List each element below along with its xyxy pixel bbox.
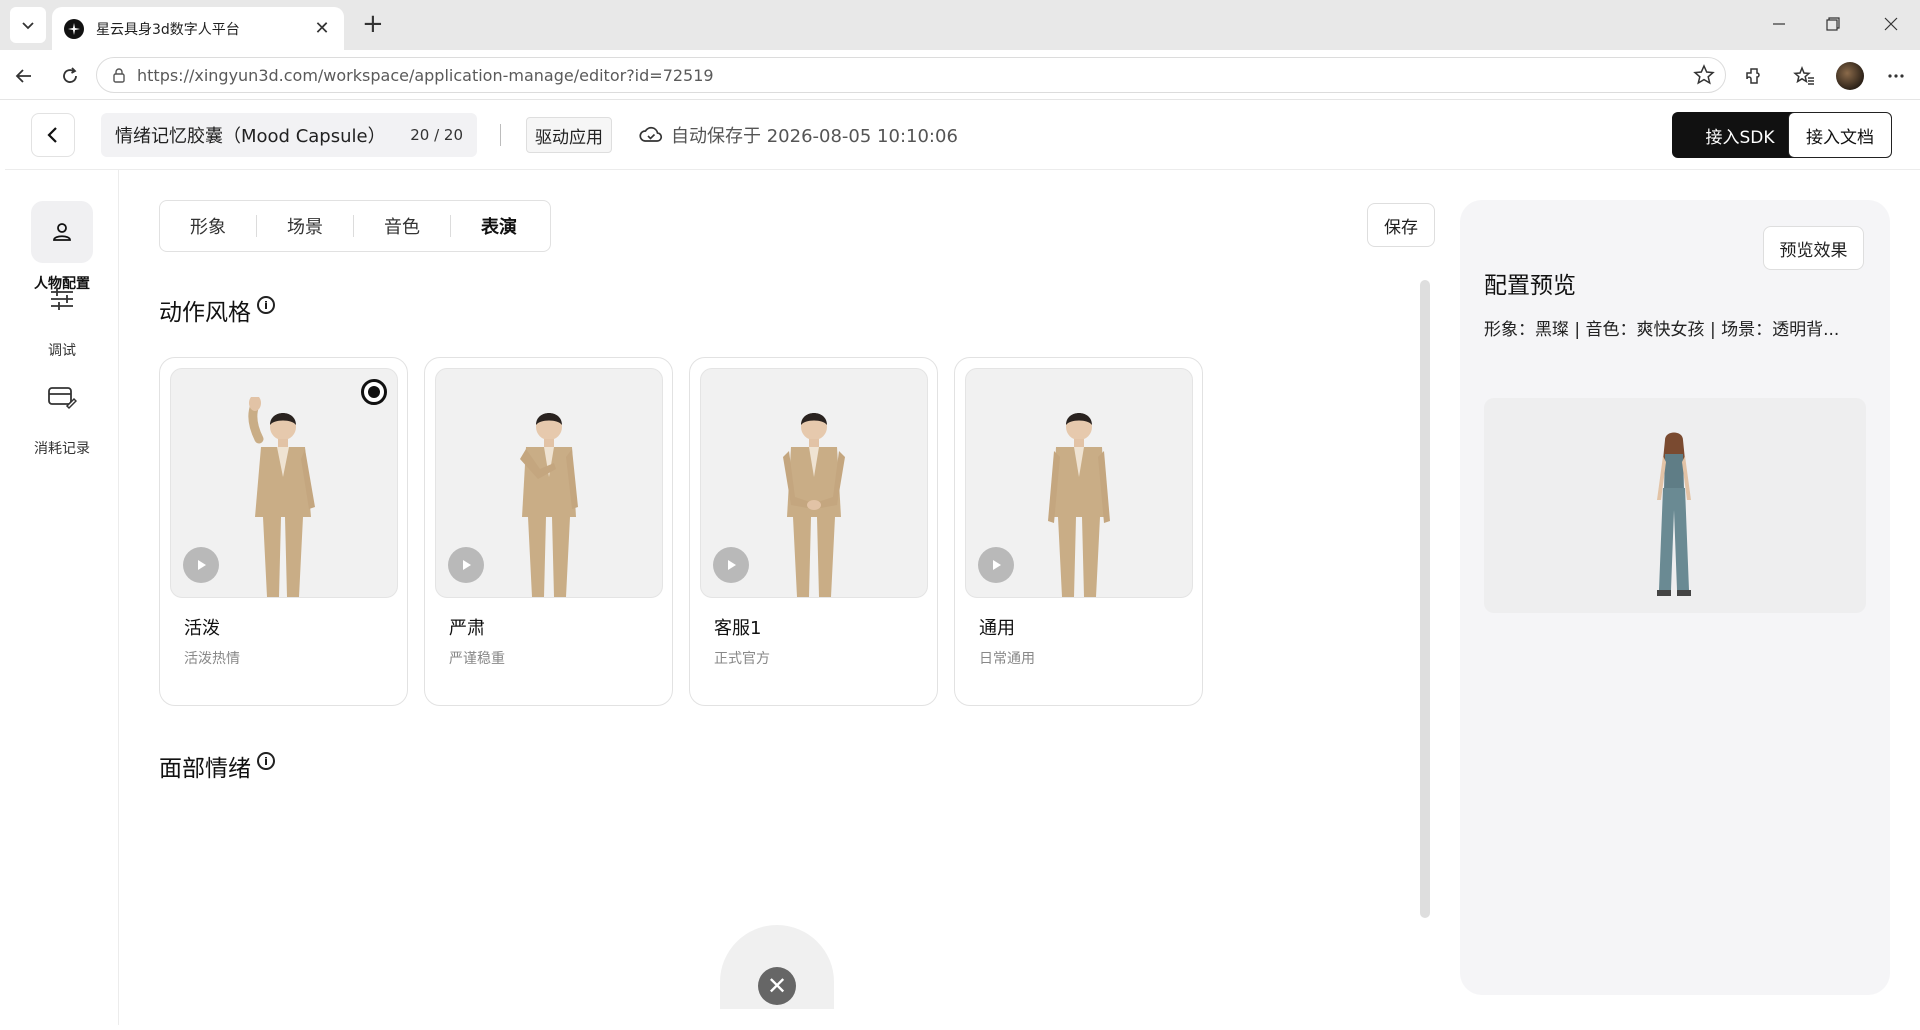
restore-icon[interactable] xyxy=(1818,12,1848,36)
motion-card-name: 活泼 xyxy=(184,618,220,639)
motion-card[interactable]: 严肃 严谨稳重 xyxy=(424,357,673,706)
extensions-icon[interactable] xyxy=(1740,62,1768,90)
rail-label: 消耗记录 xyxy=(34,441,90,457)
favorites-icon[interactable] xyxy=(1790,62,1818,90)
app-header: 情绪记忆胶囊（Mood Capsule） 20 / 20 驱动应用 自动保存于 … xyxy=(5,100,1920,170)
integrate-docs-button[interactable]: 接入文档 xyxy=(1788,112,1892,158)
header-divider xyxy=(500,124,501,146)
rail-label: 调试 xyxy=(48,343,76,359)
preview-summary: 形象：黑璨 | 音色：爽快女孩 | 场景：透明背... xyxy=(1484,320,1840,340)
avatar-figure-hand-chest xyxy=(520,413,578,597)
rail-item-usage-records[interactable]: 消耗记录 xyxy=(5,366,119,458)
reload-icon[interactable] xyxy=(56,62,84,90)
motion-thumbnail xyxy=(700,368,928,598)
rail-icon-wrap xyxy=(31,366,93,428)
motion-card-desc: 日常通用 xyxy=(979,651,1035,667)
tab-title: 星云具身3d数字人平台 xyxy=(96,21,240,38)
config-tabs: 形象 场景 音色 表演 xyxy=(159,200,551,252)
motion-thumbnail xyxy=(965,368,1193,598)
motion-thumbnail xyxy=(435,368,663,598)
url-text: https://xingyun3d.com/workspace/applicat… xyxy=(137,65,714,85)
browser-tab[interactable]: 星云具身3d数字人平台 ✕ xyxy=(52,7,344,50)
back-button[interactable] xyxy=(31,113,75,157)
motion-thumbnail xyxy=(170,368,398,598)
back-arrow-icon[interactable] xyxy=(10,62,38,90)
radio-dot xyxy=(368,386,380,398)
bookmark-star-icon[interactable] xyxy=(1693,64,1715,86)
close-window-icon[interactable] xyxy=(1876,12,1906,36)
rail-icon-wrap xyxy=(31,268,93,330)
motion-card[interactable]: 客服1 正式官方 xyxy=(689,357,938,706)
site-favicon-icon xyxy=(64,18,84,39)
app-name: 情绪记忆胶囊（Mood Capsule） xyxy=(115,126,386,147)
chevron-left-icon xyxy=(47,127,57,143)
motion-card[interactable]: 通用 日常通用 xyxy=(954,357,1203,706)
motion-card-desc: 活泼热情 xyxy=(184,651,240,667)
play-button[interactable] xyxy=(978,547,1014,583)
tab-voice[interactable]: 音色 xyxy=(354,213,450,239)
selected-radio[interactable] xyxy=(361,379,387,405)
lock-icon xyxy=(113,68,125,83)
preview-avatar-figure xyxy=(1657,432,1691,596)
name-char-count: 20 / 20 xyxy=(410,126,463,144)
cloud-sync-icon xyxy=(639,126,663,142)
save-button[interactable]: 保存 xyxy=(1367,203,1435,247)
motion-style-heading: 动作风格 i xyxy=(159,293,275,327)
new-tab-icon[interactable]: + xyxy=(362,11,384,37)
tab-performance[interactable]: 表演 xyxy=(451,213,547,239)
person-icon xyxy=(53,223,71,241)
play-icon xyxy=(993,560,1001,570)
preview-title: 配置预览 xyxy=(1484,273,1576,299)
motion-card-name: 严肃 xyxy=(449,618,485,639)
left-nav-rail: 人物配置 调试 消耗记录 xyxy=(5,170,119,1025)
play-button[interactable] xyxy=(448,547,484,583)
info-icon[interactable]: i xyxy=(257,296,275,314)
rail-item-debug[interactable]: 调试 xyxy=(5,268,119,360)
play-icon xyxy=(728,560,736,570)
motion-card-desc: 正式官方 xyxy=(714,651,770,667)
play-button[interactable] xyxy=(183,547,219,583)
avatar-figure-wave xyxy=(248,397,315,597)
facial-emotion-heading: 面部情绪 i xyxy=(159,749,275,783)
info-icon[interactable]: i xyxy=(257,752,275,770)
motion-card-desc: 严谨稳重 xyxy=(449,651,505,667)
avatar-figure-hands-front xyxy=(783,413,845,597)
sliders-icon xyxy=(51,288,73,310)
play-button[interactable] xyxy=(713,547,749,583)
play-icon xyxy=(463,560,471,570)
chevron-down-icon xyxy=(22,22,34,30)
preview-effect-button[interactable]: 预览效果 xyxy=(1763,226,1864,270)
drive-app-tag: 驱动应用 xyxy=(526,117,612,153)
card-edit-icon xyxy=(48,387,77,410)
preview-stage xyxy=(1484,398,1866,613)
motion-card-name: 通用 xyxy=(979,618,1015,639)
motion-style-title: 动作风格 xyxy=(159,300,251,326)
autosave-text: 自动保存于 2026-08-05 10:10:06 xyxy=(671,126,958,147)
tab-scene[interactable]: 场景 xyxy=(257,213,353,239)
motion-card-list: 活泼 活泼热情 严肃 严谨稳重 客服1 正式官方 通用 日常通用 xyxy=(159,357,1203,706)
rail-icon-wrap xyxy=(31,201,93,263)
profile-avatar[interactable] xyxy=(1836,62,1864,90)
play-icon xyxy=(198,560,206,570)
browser-tab-bar: 星云具身3d数字人平台 ✕ + xyxy=(0,0,1920,50)
tab-list-button[interactable] xyxy=(10,7,46,43)
url-field[interactable]: https://xingyun3d.com/workspace/applicat… xyxy=(96,57,1726,93)
content-scrollbar[interactable] xyxy=(1420,280,1430,918)
motion-card[interactable]: 活泼 活泼热情 xyxy=(159,357,408,706)
more-menu-icon[interactable] xyxy=(1882,62,1910,90)
address-bar-row: https://xingyun3d.com/workspace/applicat… xyxy=(0,50,1920,100)
tab-close-icon[interactable]: ✕ xyxy=(312,18,332,39)
tab-appearance[interactable]: 形象 xyxy=(160,213,256,239)
minimize-icon[interactable] xyxy=(1764,12,1794,36)
close-circle-icon[interactable]: ✕ xyxy=(758,967,796,1005)
facial-emotion-title: 面部情绪 xyxy=(159,756,251,782)
autosave-status: 自动保存于 2026-08-05 10:10:06 xyxy=(639,122,958,148)
avatar-figure-neutral xyxy=(1048,413,1110,597)
app-name-field[interactable]: 情绪记忆胶囊（Mood Capsule） 20 / 20 xyxy=(101,113,477,157)
motion-card-name: 客服1 xyxy=(714,618,762,639)
